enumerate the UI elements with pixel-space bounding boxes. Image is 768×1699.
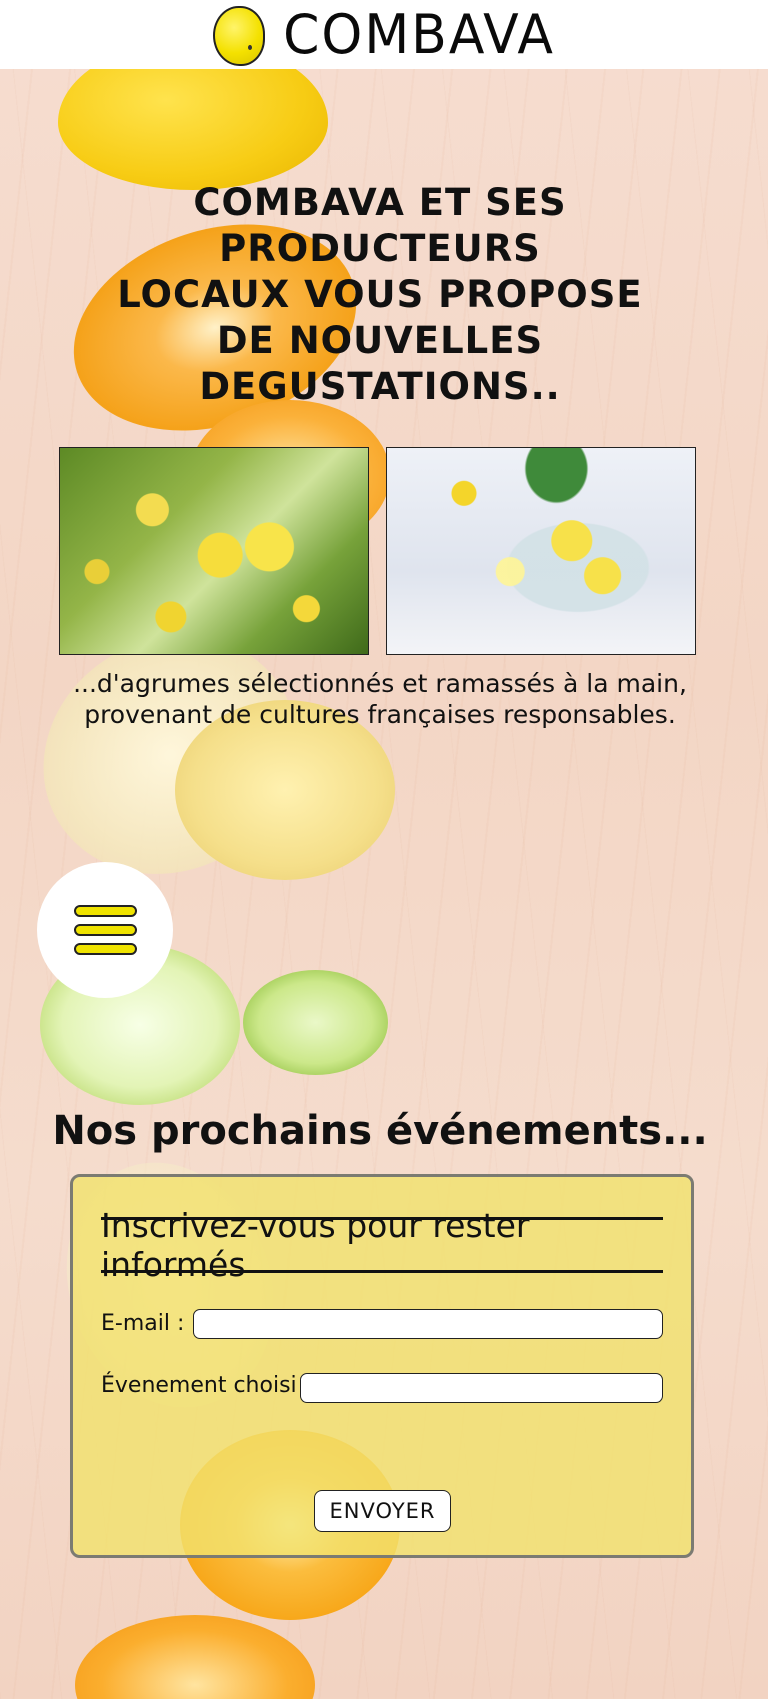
caption-line: provenant de cultures françaises respons… — [84, 700, 676, 729]
submit-button[interactable]: Envoyer — [314, 1490, 451, 1532]
headline-line: COMBAVA ET SES PRODUCTEURS — [193, 181, 567, 270]
orange-slice-decoration — [75, 1615, 315, 1699]
gallery-caption: ...d'agrumes sélectionnés et ramassés à … — [40, 668, 720, 730]
hamburger-menu-icon[interactable] — [37, 862, 173, 998]
lemon-tree-photo — [59, 447, 369, 655]
headline-line: DE NOUVELLES DEGUSTATIONS.. — [199, 319, 561, 408]
lime-decoration — [243, 970, 388, 1075]
menu-bar — [73, 943, 137, 955]
lemon-icon[interactable] — [213, 5, 266, 66]
email-label: E-mail : — [101, 1311, 185, 1336]
brand-title[interactable]: COMBAVA — [283, 3, 555, 66]
menu-bar — [73, 905, 137, 917]
event-field[interactable] — [300, 1373, 663, 1403]
event-label: Évenement choisi : — [101, 1373, 312, 1398]
lemonade-jug-photo — [386, 447, 696, 655]
menu-bar — [73, 924, 137, 936]
hero-headline: COMBAVA ET SES PRODUCTEURS LOCAUX VOUS P… — [40, 180, 720, 410]
site-header: COMBAVA — [0, 0, 768, 69]
signup-form: Inscrivez-vous pour rester informés E-ma… — [70, 1174, 694, 1558]
email-field[interactable] — [193, 1309, 663, 1339]
events-title: Nos prochains événements... — [52, 1108, 708, 1154]
form-title: Inscrivez-vous pour rester informés — [101, 1206, 663, 1284]
caption-line: ...d'agrumes sélectionnés et ramassés à … — [73, 669, 687, 698]
headline-line: LOCAUX VOUS PROPOSE — [117, 273, 643, 316]
